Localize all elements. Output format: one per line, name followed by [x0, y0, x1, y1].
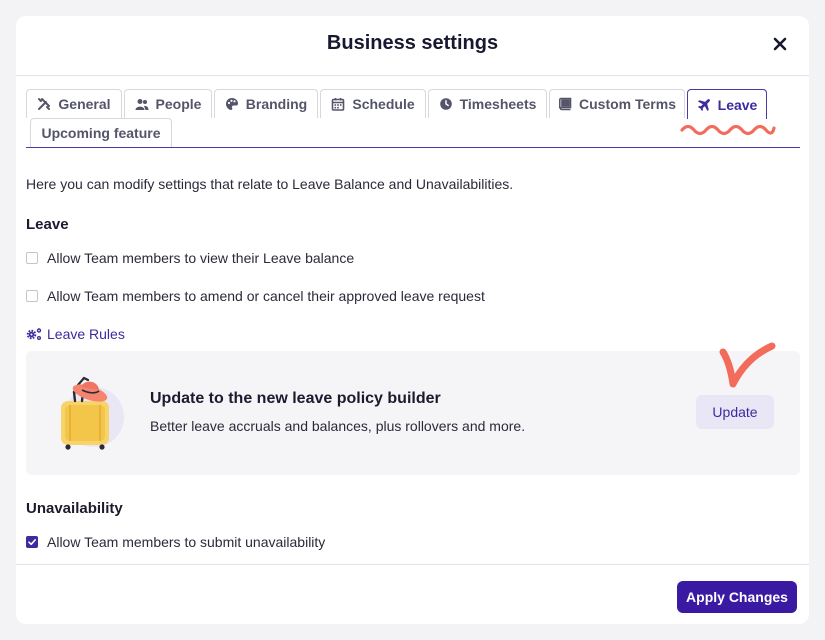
- leave-heading: Leave: [26, 216, 69, 233]
- tab-general[interactable]: General: [26, 89, 122, 118]
- leave-rules-link[interactable]: Leave Rules: [26, 326, 125, 342]
- intro-text: Here you can modify settings that relate…: [26, 176, 514, 192]
- checkbox-label: Allow Team members to amend or cancel th…: [47, 288, 485, 304]
- tab-label: General: [58, 96, 111, 112]
- leave-balance-option[interactable]: Allow Team members to view their Leave b…: [26, 250, 354, 266]
- tab-label: Upcoming feature: [41, 125, 161, 141]
- tab-label: Branding: [245, 96, 308, 112]
- submit-unavailability-checkbox[interactable]: [26, 536, 38, 548]
- tab-timesheets[interactable]: Timesheets: [428, 89, 547, 118]
- policy-builder-promo: Update to the new leave policy builder B…: [26, 351, 800, 475]
- business-settings-dialog: Business settings General People Brandin…: [16, 16, 809, 624]
- squiggle-annotation: [680, 124, 776, 136]
- gears-icon: [26, 328, 42, 340]
- tab-label: Timesheets: [459, 96, 537, 112]
- leave-rules-label: Leave Rules: [47, 326, 125, 342]
- amend-leave-checkbox[interactable]: [26, 290, 38, 302]
- tab-label: People: [155, 96, 202, 112]
- clock-icon: [439, 98, 452, 110]
- tab-label: Leave: [717, 96, 758, 113]
- palette-icon: [225, 98, 238, 110]
- tab-label: Schedule: [352, 96, 415, 112]
- update-button[interactable]: Update: [696, 395, 774, 429]
- dialog-footer: Apply Changes: [16, 564, 809, 624]
- tools-icon: [38, 98, 51, 110]
- plane-icon: [697, 98, 710, 111]
- tab-custom-terms[interactable]: Custom Terms: [549, 89, 685, 118]
- tab-leave[interactable]: Leave: [687, 89, 767, 119]
- promo-title: Update to the new leave policy builder: [150, 390, 441, 407]
- dialog-title: Business settings: [326, 32, 499, 54]
- suitcase-illustration: [61, 376, 124, 450]
- submit-unavailability-option[interactable]: Allow Team members to submit unavailabil…: [26, 534, 325, 550]
- amend-leave-option[interactable]: Allow Team members to amend or cancel th…: [26, 288, 485, 304]
- settings-tabs: General People Branding Schedule Timeshe…: [26, 88, 800, 148]
- dialog-header: Business settings: [16, 16, 809, 76]
- checkbox-label: Allow Team members to submit unavailabil…: [47, 534, 326, 550]
- people-icon: [135, 99, 149, 110]
- calendar-icon: [332, 98, 345, 111]
- promo-subtitle: Better leave accruals and balances, plus…: [150, 418, 526, 434]
- tab-people[interactable]: People: [124, 89, 212, 118]
- close-icon[interactable]: [769, 33, 791, 55]
- tab-branding[interactable]: Branding: [214, 89, 318, 118]
- tab-label: Custom Terms: [579, 96, 676, 112]
- apply-changes-button[interactable]: Apply Changes: [677, 581, 797, 613]
- unavailability-heading: Unavailability: [26, 500, 123, 517]
- checkbox-label: Allow Team members to view their Leave b…: [47, 250, 355, 266]
- tab-upcoming-feature[interactable]: Upcoming feature: [30, 118, 172, 147]
- check-icon: [28, 539, 36, 546]
- leave-balance-checkbox[interactable]: [26, 252, 38, 264]
- tab-schedule[interactable]: Schedule: [320, 89, 426, 118]
- checkmark-annotation: [719, 342, 776, 388]
- book-icon: [559, 97, 572, 111]
